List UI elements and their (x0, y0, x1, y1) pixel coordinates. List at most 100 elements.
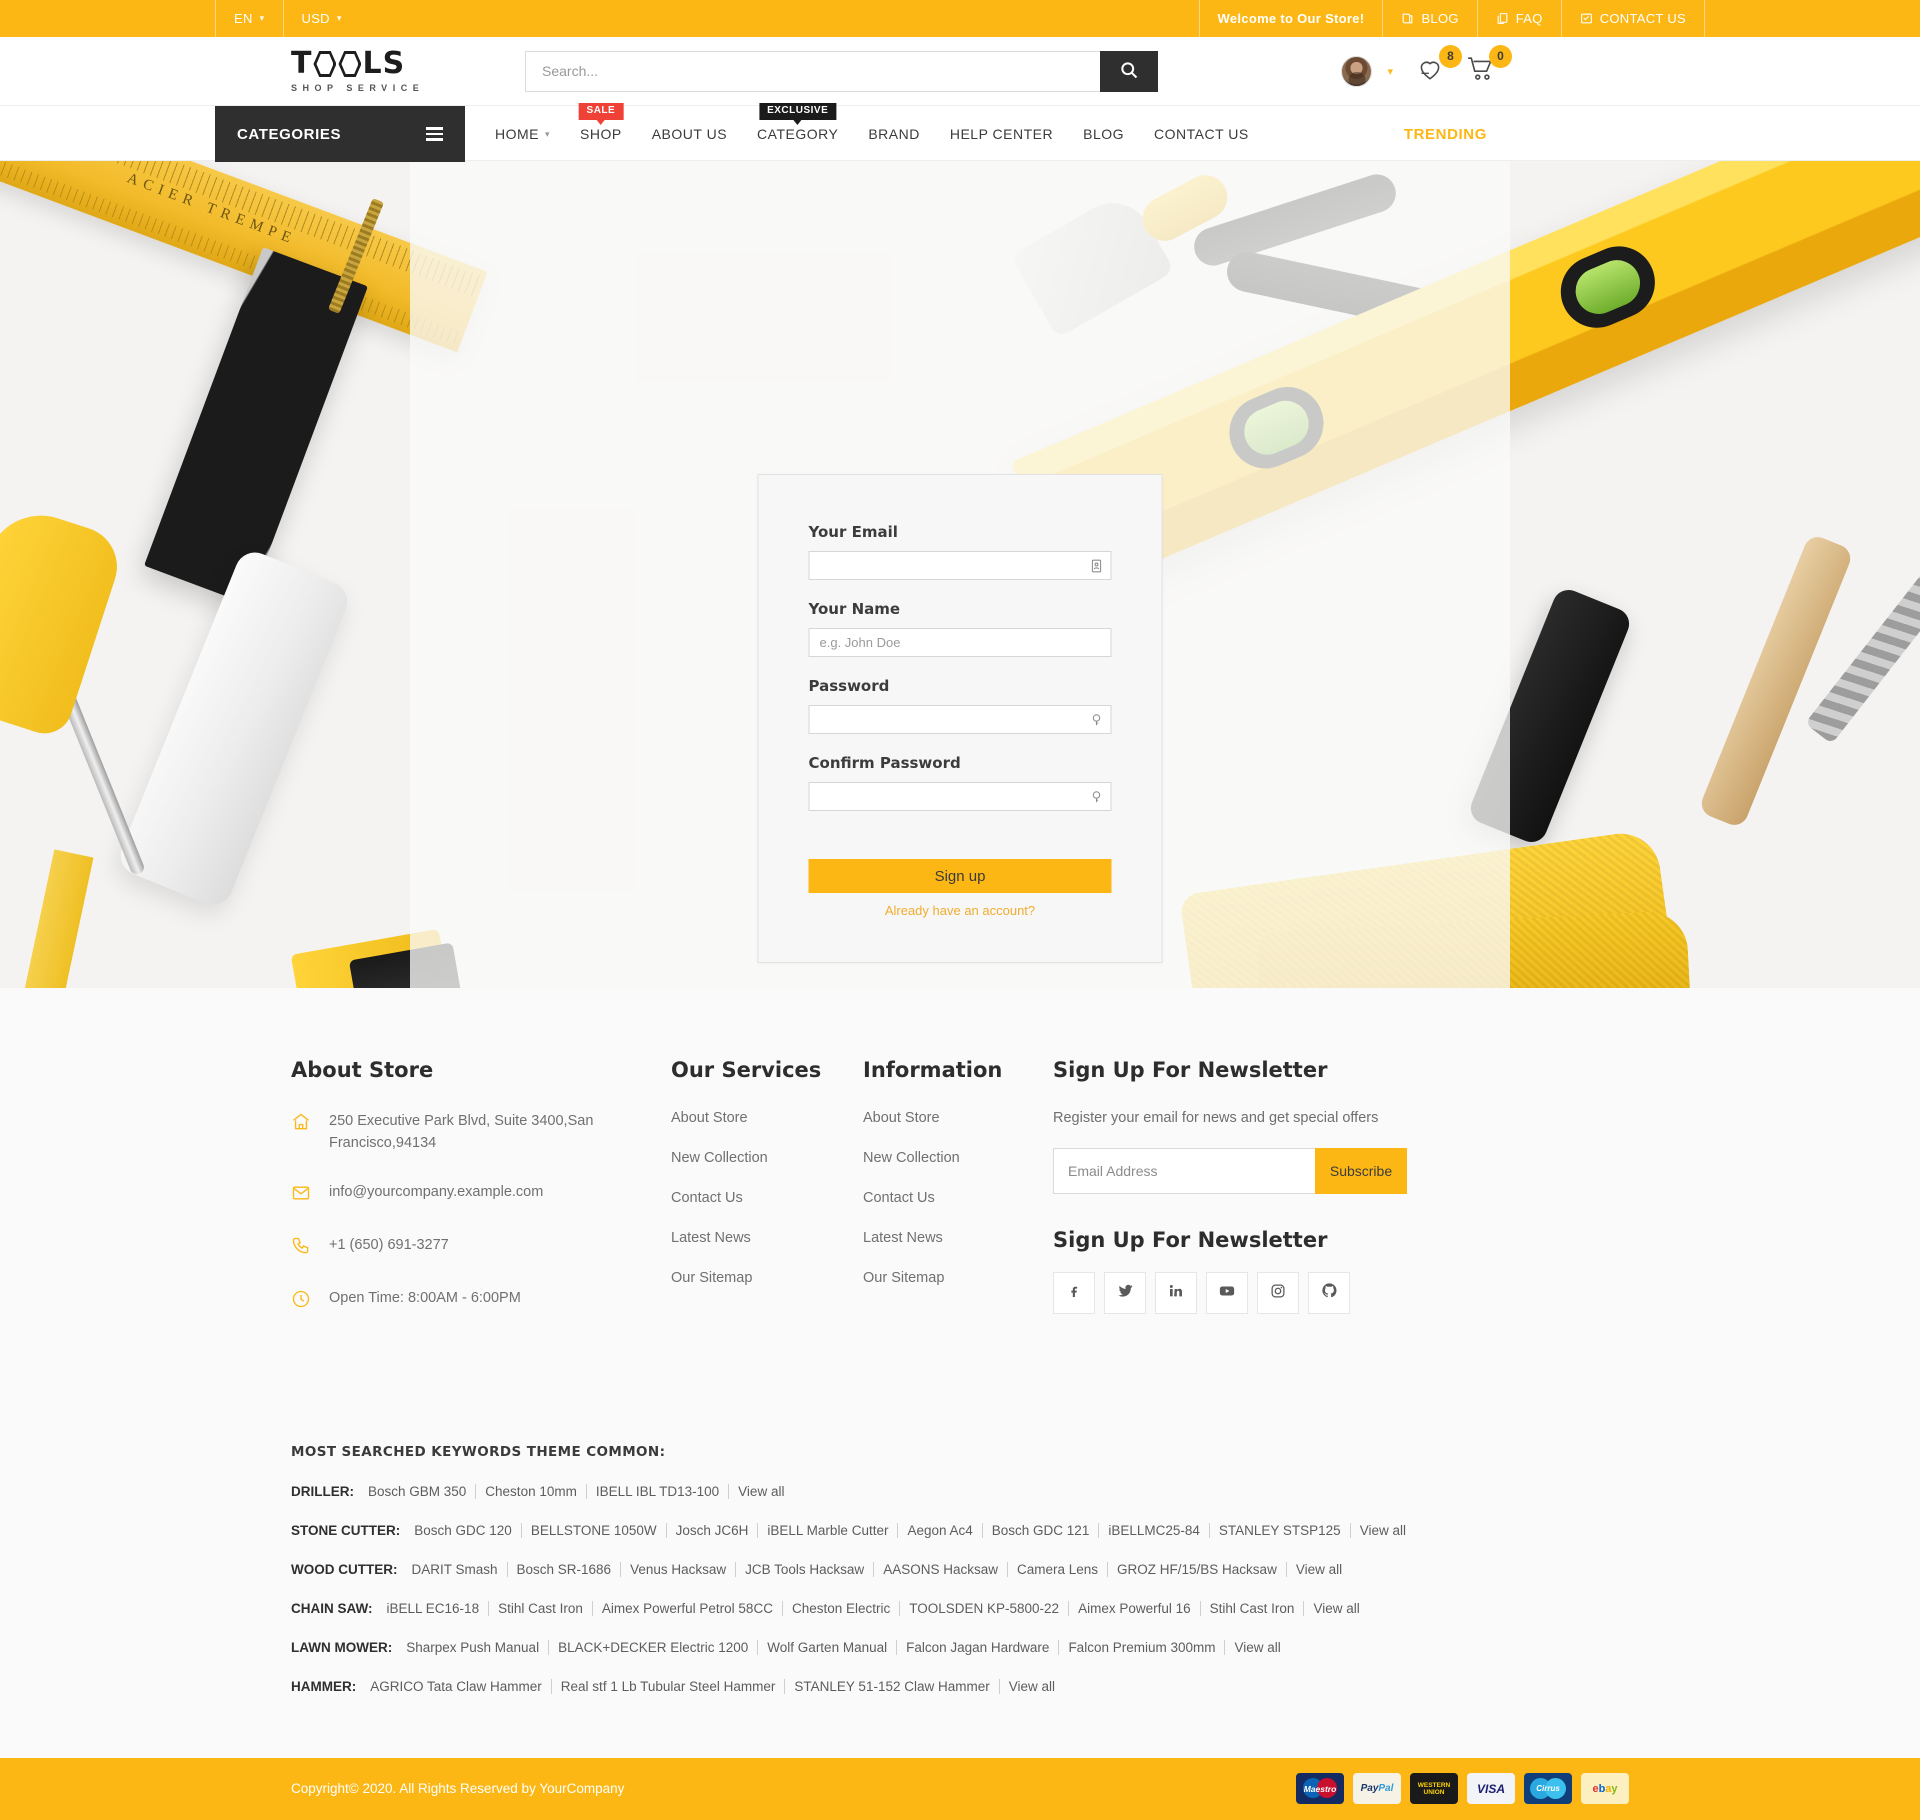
payment-icon-western-union[interactable]: WESTERN UNION (1410, 1773, 1458, 1805)
footer-info-link-new-collection[interactable]: New Collection (863, 1150, 1053, 1166)
signup-button[interactable]: Sign up (808, 859, 1112, 893)
keyword-link[interactable]: STANLEY 51-152 Claw Hammer (784, 1678, 998, 1694)
key-icon[interactable] (1090, 713, 1104, 727)
keyword-link[interactable]: Real stf 1 Lb Tubular Steel Hammer (550, 1678, 785, 1694)
footer-service-link-new-collection[interactable]: New Collection (671, 1150, 863, 1166)
chevron-down-icon: ▾ (545, 128, 551, 139)
keyword-link[interactable]: Sharpex Push Manual (397, 1640, 548, 1655)
keyword-link[interactable]: Falcon Jagan Hardware (896, 1639, 1058, 1655)
subscribe-button[interactable]: Subscribe (1315, 1148, 1407, 1194)
email-text[interactable]: info@yourcompany.example.com (329, 1181, 543, 1203)
currency-selector[interactable]: USD ▾ (282, 0, 360, 37)
keyword-link[interactable]: iBELLMC25-84 (1098, 1522, 1209, 1538)
keyword-link[interactable]: BLACK+DECKER Electric 1200 (548, 1639, 757, 1655)
keyword-link[interactable]: View all (1349, 1522, 1415, 1538)
site-logo[interactable]: T LS SHOP SERVICE (215, 49, 445, 94)
newsletter-email-input[interactable] (1053, 1148, 1315, 1194)
footer-info-link-our-sitemap[interactable]: Our Sitemap (863, 1270, 1053, 1286)
nav-item-brand[interactable]: BRAND (868, 126, 920, 142)
nav-item-about-us[interactable]: ABOUT US (652, 126, 727, 142)
keyword-link[interactable]: GROZ HF/15/BS Hacksaw (1107, 1561, 1286, 1577)
keyword-link[interactable]: View all (1303, 1600, 1368, 1616)
footer-service-link-latest-news[interactable]: Latest News (671, 1230, 863, 1246)
keyword-link[interactable]: Stihl Cast Iron (488, 1600, 592, 1616)
key-icon[interactable] (1090, 790, 1104, 804)
confirm-password-field[interactable] (808, 782, 1112, 811)
nav-item-home[interactable]: HOME ▾ (495, 126, 550, 142)
topbar-link-faq[interactable]: FAQ (1476, 0, 1561, 37)
payment-icon-maestro[interactable]: Maestro (1296, 1773, 1344, 1805)
password-field[interactable] (808, 705, 1112, 734)
payment-icon-paypal[interactable]: Pay Pal (1353, 1773, 1401, 1805)
email-field[interactable] (808, 551, 1112, 580)
social-link-linkedin[interactable] (1155, 1272, 1197, 1314)
keyword-link[interactable]: Cheston 10mm (475, 1483, 586, 1499)
user-account-menu[interactable]: ▾ (1341, 55, 1393, 87)
keyword-link[interactable]: Aimex Powerful Petrol 58CC (591, 1600, 782, 1616)
keyword-link[interactable]: View all (1224, 1639, 1289, 1655)
payment-icon-ebay[interactable]: ebay (1581, 1773, 1629, 1805)
search-button[interactable] (1100, 50, 1158, 92)
keyword-link[interactable]: Bosch GDC 121 (981, 1522, 1099, 1538)
nav-item-help-center[interactable]: HELP CENTER (950, 126, 1053, 142)
social-link-facebook[interactable] (1053, 1272, 1095, 1314)
keyword-link[interactable]: Aegon Ac4 (897, 1522, 981, 1538)
footer-service-link-about-store[interactable]: About Store (671, 1110, 863, 1126)
keyword-link[interactable]: Bosch GBM 350 (359, 1484, 475, 1499)
newsletter-title: Sign Up For Newsletter (1053, 1058, 1328, 1082)
keyword-link[interactable]: DARIT Smash (402, 1562, 506, 1577)
nav-item-shop[interactable]: SALE SHOP (578, 103, 624, 142)
name-field[interactable] (808, 628, 1112, 657)
wishlist-button[interactable]: 8 (1415, 44, 1462, 87)
phone-icon (291, 1236, 311, 1261)
address-text: 250 Executive Park Blvd, Suite 3400,San … (329, 1113, 594, 1152)
search-input[interactable] (525, 50, 1100, 92)
categories-button[interactable]: CATEGORIES (215, 106, 465, 162)
phone-text[interactable]: +1 (650) 691-3277 (329, 1234, 449, 1256)
footer-info-link-contact-us[interactable]: Contact Us (863, 1190, 1053, 1206)
keyword-link[interactable]: Josch JC6H (665, 1522, 758, 1538)
trending-link[interactable]: TRENDING (1404, 106, 1705, 162)
social-link-instagram[interactable] (1257, 1272, 1299, 1314)
keyword-link[interactable]: Cheston Electric (781, 1600, 899, 1616)
keyword-link[interactable]: iBELL EC16-18 (378, 1601, 489, 1616)
keyword-link[interactable]: Bosch SR-1686 (506, 1561, 621, 1577)
social-link-github[interactable] (1308, 1272, 1350, 1314)
nav-item-contact-us[interactable]: CONTACT US (1154, 126, 1249, 142)
language-selector[interactable]: EN ▾ (215, 0, 283, 37)
keyword-link[interactable]: JCB Tools Hacksaw (735, 1561, 873, 1577)
keyword-link[interactable]: AASONS Hacksaw (873, 1561, 1007, 1577)
cart-button[interactable]: 0 (1467, 44, 1512, 87)
keyword-link[interactable]: Aimex Powerful 16 (1068, 1600, 1200, 1616)
keyword-link[interactable]: IBELL IBL TD13-100 (585, 1483, 728, 1499)
social-link-twitter[interactable] (1104, 1272, 1146, 1314)
keyword-link[interactable]: Venus Hacksaw (620, 1561, 735, 1577)
payment-icon-visa[interactable]: VISA (1467, 1773, 1515, 1805)
keyword-link[interactable]: Falcon Premium 300mm (1058, 1639, 1224, 1655)
nav-item-category[interactable]: EXCLUSIVE CATEGORY (757, 103, 838, 142)
nav-item-blog[interactable]: BLOG (1083, 126, 1124, 142)
keyword-link[interactable]: View all (998, 1678, 1064, 1694)
footer-service-link-our-sitemap[interactable]: Our Sitemap (671, 1270, 863, 1286)
keyword-link[interactable]: TOOLSDEN KP-5800-22 (899, 1600, 1068, 1616)
keyword-link[interactable]: Stihl Cast Iron (1199, 1600, 1304, 1616)
payment-icon-cirrus[interactable]: Cirrus (1524, 1773, 1572, 1805)
keyword-link[interactable]: AGRICO Tata Claw Hammer (361, 1679, 551, 1694)
keyword-link[interactable]: View all (1285, 1561, 1351, 1577)
keyword-link[interactable]: BELLSTONE 1050W (520, 1522, 666, 1538)
contact-card-icon[interactable] (1090, 559, 1104, 573)
keyword-link[interactable]: Camera Lens (1006, 1561, 1107, 1577)
paint-roller-pad-photo-element (114, 546, 354, 911)
already-have-account-link[interactable]: Already have an account? (809, 903, 1112, 918)
topbar-link-blog[interactable]: BLOG (1382, 0, 1476, 37)
footer-info-link-latest-news[interactable]: Latest News (863, 1230, 1053, 1246)
footer-service-link-contact-us[interactable]: Contact Us (671, 1190, 863, 1206)
keyword-link[interactable]: View all (728, 1483, 793, 1499)
keyword-link[interactable]: STANLEY STSP125 (1208, 1522, 1350, 1538)
keyword-link[interactable]: Bosch GDC 120 (405, 1523, 521, 1538)
footer-info-link-about-store[interactable]: About Store (863, 1110, 1053, 1126)
topbar-link-contact-us[interactable]: CONTACT US (1560, 0, 1705, 37)
keyword-link[interactable]: Wolf Garten Manual (757, 1639, 896, 1655)
keyword-link[interactable]: iBELL Marble Cutter (757, 1522, 897, 1538)
social-link-youtube[interactable] (1206, 1272, 1248, 1314)
